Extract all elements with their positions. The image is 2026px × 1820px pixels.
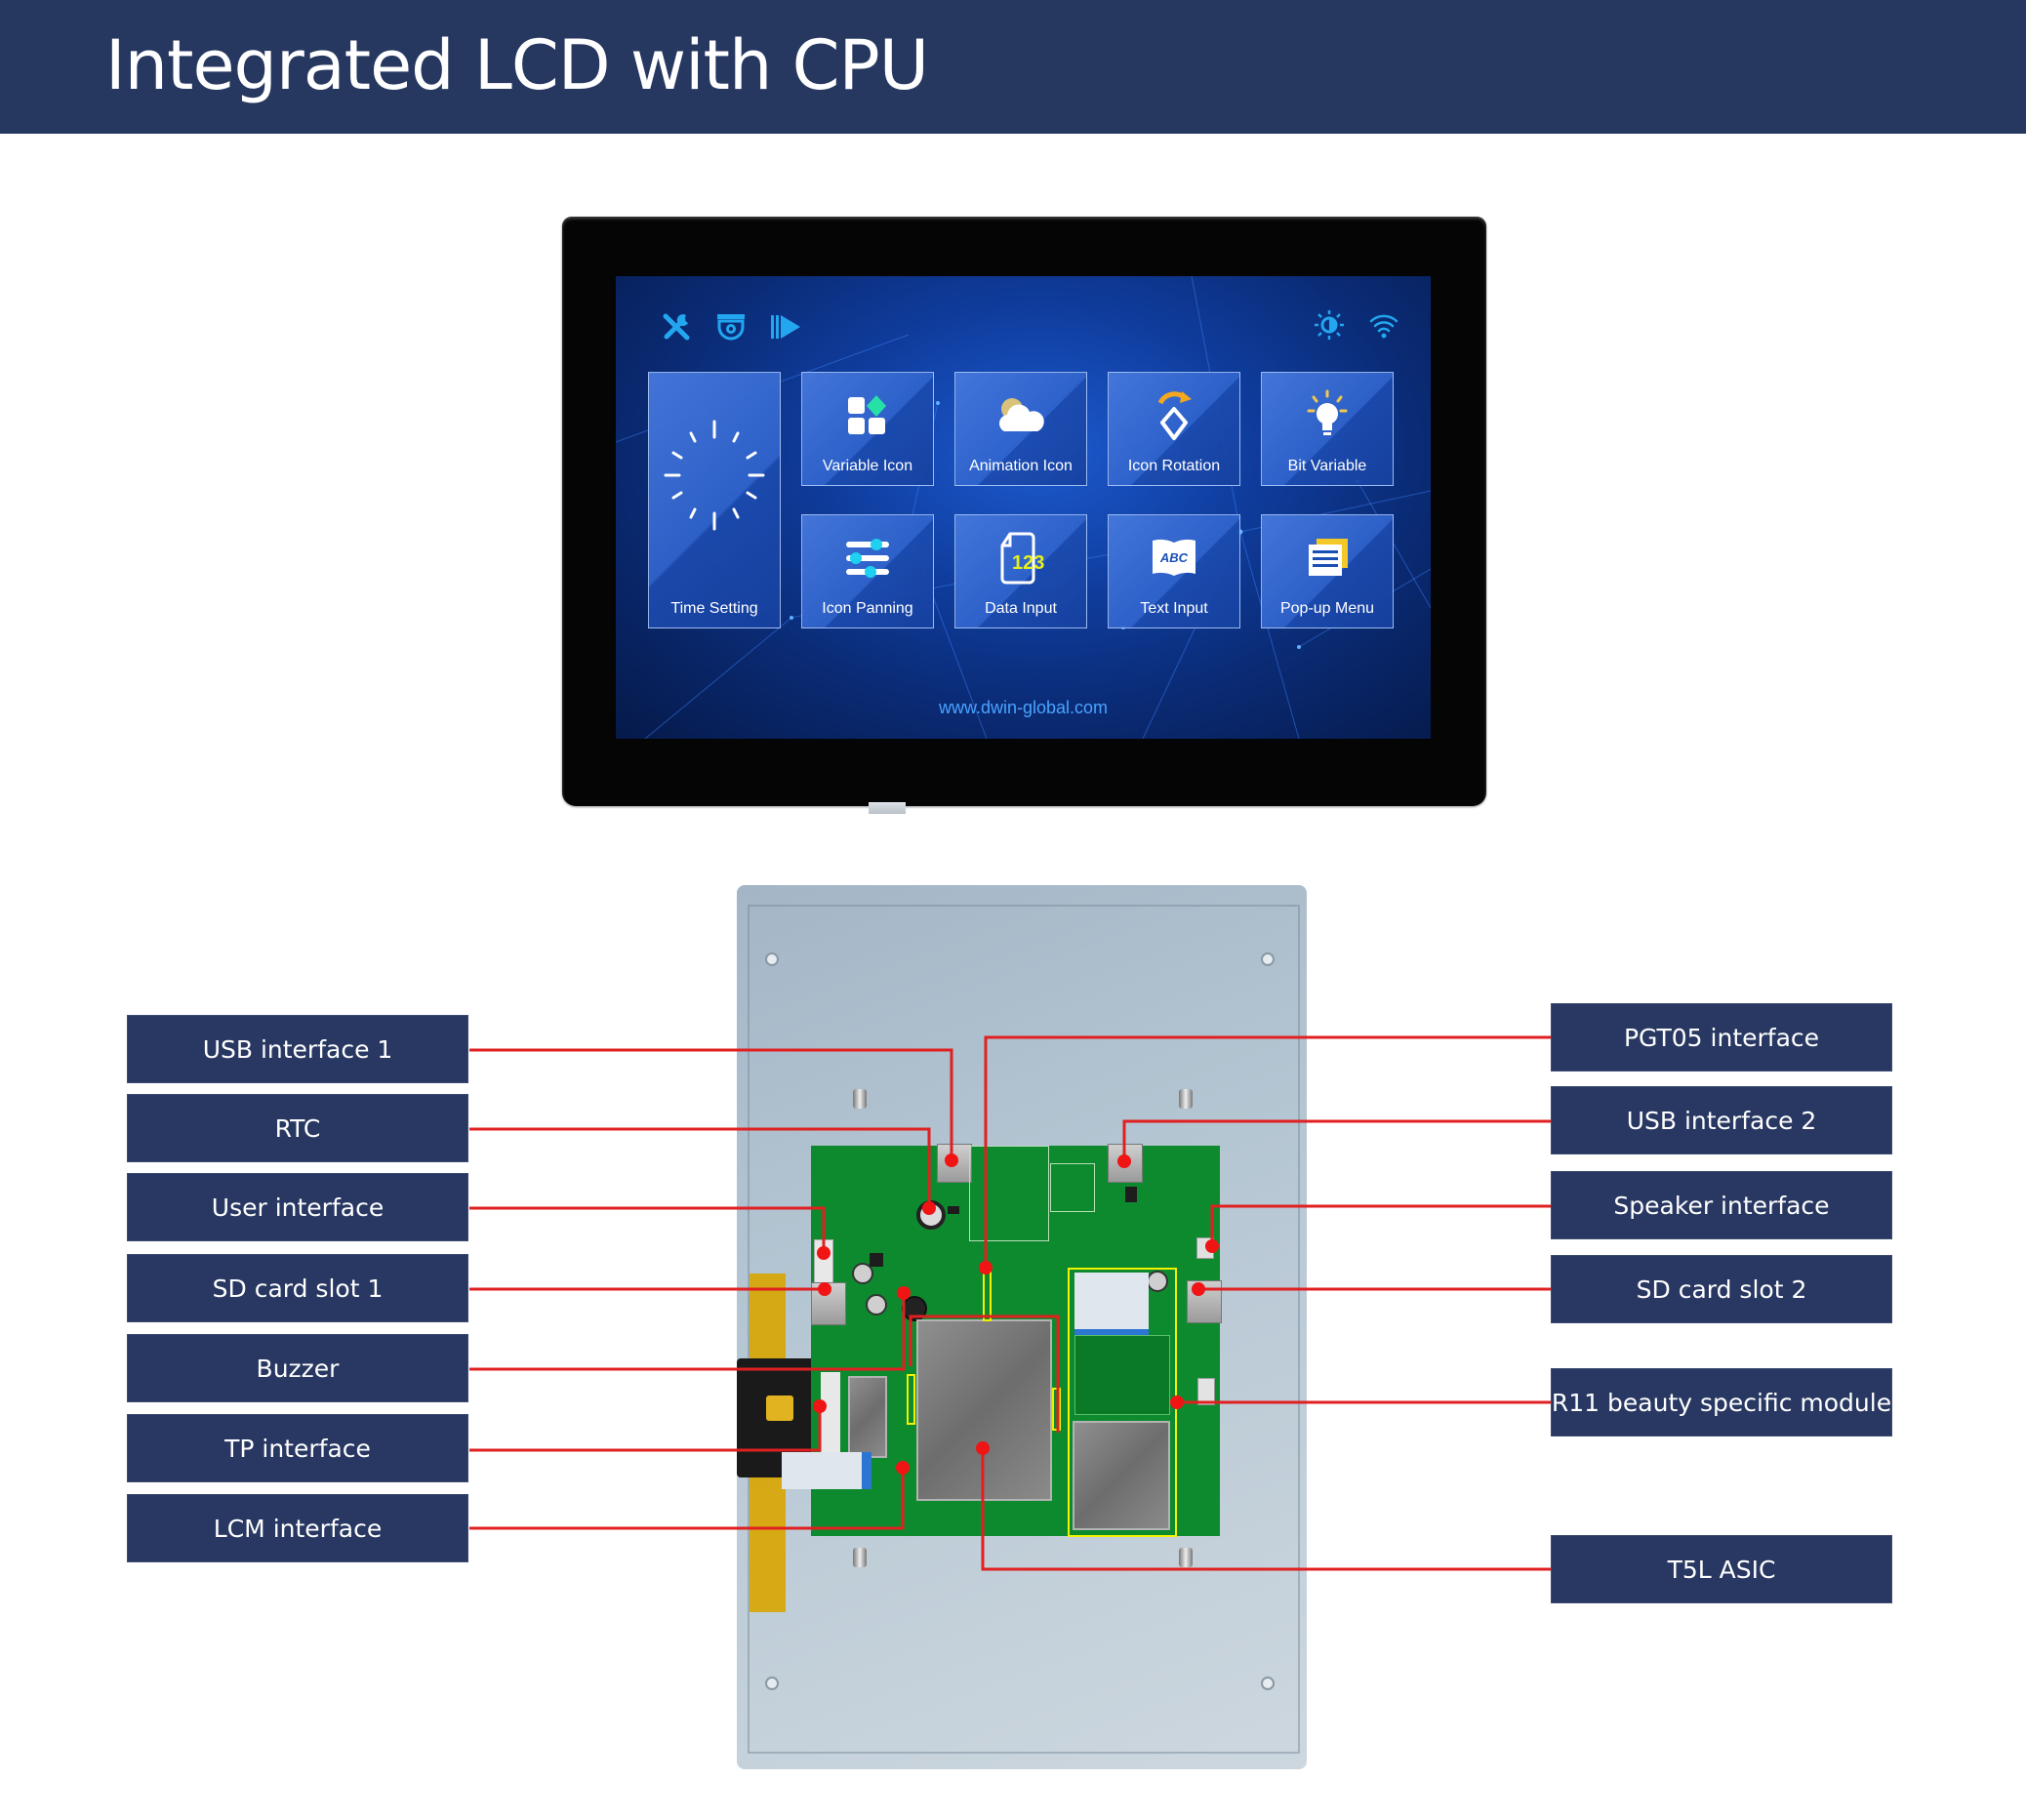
- play-icon[interactable]: [769, 310, 802, 344]
- header-highlight: [907, 1374, 915, 1425]
- menu-stack-icon: [1262, 529, 1393, 587]
- standoff: [853, 1089, 867, 1109]
- tile-icon-rotation[interactable]: Icon Rotation: [1108, 372, 1240, 486]
- module-ribbon-cable: [1074, 1273, 1149, 1335]
- tile-label: Icon Rotation: [1127, 458, 1221, 474]
- standoff: [1179, 1089, 1193, 1109]
- callout-lcm-interface: LCM interface: [127, 1494, 468, 1562]
- usb-port-2: [1108, 1144, 1143, 1183]
- tile-label: Bit Variable: [1287, 458, 1367, 474]
- ic-chip: [948, 1206, 959, 1214]
- callout-user-interface: User interface: [127, 1173, 468, 1241]
- brightness-icon[interactable]: [1313, 308, 1346, 342]
- r11-module-shield: [1073, 1421, 1170, 1530]
- tools-icon[interactable]: [660, 310, 693, 344]
- website-url[interactable]: www.dwin-global.com: [616, 698, 1431, 718]
- four-pin-connector: [1197, 1378, 1215, 1405]
- display-connector: [869, 802, 906, 814]
- tile-time-setting[interactable]: Time Setting: [648, 372, 781, 628]
- t5l-asic-shield: [916, 1319, 1052, 1501]
- clock-dial-ticks: [664, 420, 765, 531]
- tile-label: Animation Icon: [969, 458, 1073, 474]
- clock-dial-icon: [649, 402, 780, 548]
- tp-ribbon-cable: [782, 1452, 870, 1489]
- callout-sd-card-slot-1: SD card slot 1: [127, 1254, 468, 1322]
- ic-chip: [1125, 1187, 1137, 1202]
- callout-speaker-interface: Speaker interface: [1551, 1171, 1892, 1239]
- rtc-battery: [916, 1200, 946, 1230]
- book-abc-icon: ABC: [1109, 529, 1239, 587]
- camera-icon[interactable]: [714, 310, 748, 344]
- panel-screw: [1261, 952, 1275, 966]
- panel-screw: [1261, 1677, 1275, 1690]
- callout-usb-interface-1: USB interface 1: [127, 1015, 468, 1083]
- sliders-icon: [802, 529, 933, 587]
- tile-label: Time Setting: [670, 600, 758, 617]
- grid-diamond-icon: [802, 386, 933, 445]
- pcb-board: [782, 1144, 1222, 1537]
- standoff: [853, 1548, 867, 1567]
- callout-usb-interface-2: USB interface 2: [1551, 1086, 1892, 1154]
- sd-card-slot-1: [811, 1282, 846, 1325]
- callout-rtc: RTC: [127, 1094, 468, 1162]
- rotate-diamond-icon: [1109, 386, 1239, 445]
- callout-buzzer: Buzzer: [127, 1334, 468, 1402]
- data-input-digits: 123: [1012, 552, 1044, 574]
- tile-label: Pop-up Menu: [1279, 600, 1375, 617]
- callout-tp-interface: TP interface: [127, 1414, 468, 1482]
- lightbulb-icon: [1262, 386, 1393, 445]
- panel-screw: [765, 1677, 779, 1690]
- capacitor: [866, 1294, 887, 1315]
- callout-sd-card-slot-2: SD card slot 2: [1551, 1255, 1892, 1323]
- callout-r11-beauty-module: R11 beauty specific module: [1551, 1368, 1892, 1436]
- document-123-icon: 123: [955, 529, 1086, 587]
- r11-module-board: [1074, 1335, 1170, 1415]
- tile-variable-icon[interactable]: Variable Icon: [801, 372, 934, 486]
- standoff: [1179, 1548, 1193, 1567]
- tile-animation-icon[interactable]: Animation Icon: [954, 372, 1087, 486]
- callout-t5l-asic: T5L ASIC: [1551, 1535, 1892, 1603]
- callout-pgt05-interface: PGT05 interface: [1551, 1003, 1892, 1072]
- tile-bit-variable[interactable]: Bit Variable: [1261, 372, 1394, 486]
- display-screen: Time Setting Variable Icon Animation Ico…: [616, 276, 1431, 739]
- header-highlight: [1052, 1388, 1061, 1431]
- module-outline: [969, 1146, 1049, 1241]
- qr-label: [766, 1395, 793, 1421]
- page-title: Integrated LCD with CPU: [105, 25, 929, 105]
- tile-popup-menu[interactable]: Pop-up Menu: [1261, 514, 1394, 628]
- tile-label: Variable Icon: [822, 458, 913, 474]
- tile-icon-panning[interactable]: Icon Panning: [801, 514, 934, 628]
- user-interface-connector: [814, 1239, 833, 1284]
- sd-card-slot-2: [1187, 1280, 1222, 1323]
- tile-label: Icon Panning: [822, 600, 913, 617]
- sim-slot-outline: [1050, 1163, 1095, 1212]
- wifi-icon[interactable]: [1367, 308, 1400, 342]
- speaker-connector: [1196, 1237, 1214, 1259]
- text-input-letters: ABC: [1159, 550, 1189, 565]
- buzzer: [902, 1296, 927, 1321]
- ribbon-stiffener: [862, 1452, 871, 1489]
- tile-label: Text Input: [1140, 600, 1208, 617]
- pgt05-header-highlight: [983, 1269, 992, 1321]
- panel-screw: [765, 952, 779, 966]
- tp-shield: [848, 1376, 887, 1458]
- tile-label: Data Input: [985, 600, 1057, 617]
- tile-text-input[interactable]: ABC Text Input: [1108, 514, 1240, 628]
- tile-data-input[interactable]: 123 Data Input: [954, 514, 1087, 628]
- usb-port-1: [937, 1144, 972, 1183]
- ic-chip: [870, 1253, 883, 1267]
- cloud-moon-icon: [955, 386, 1086, 445]
- header-banner: Integrated LCD with CPU: [0, 0, 2026, 134]
